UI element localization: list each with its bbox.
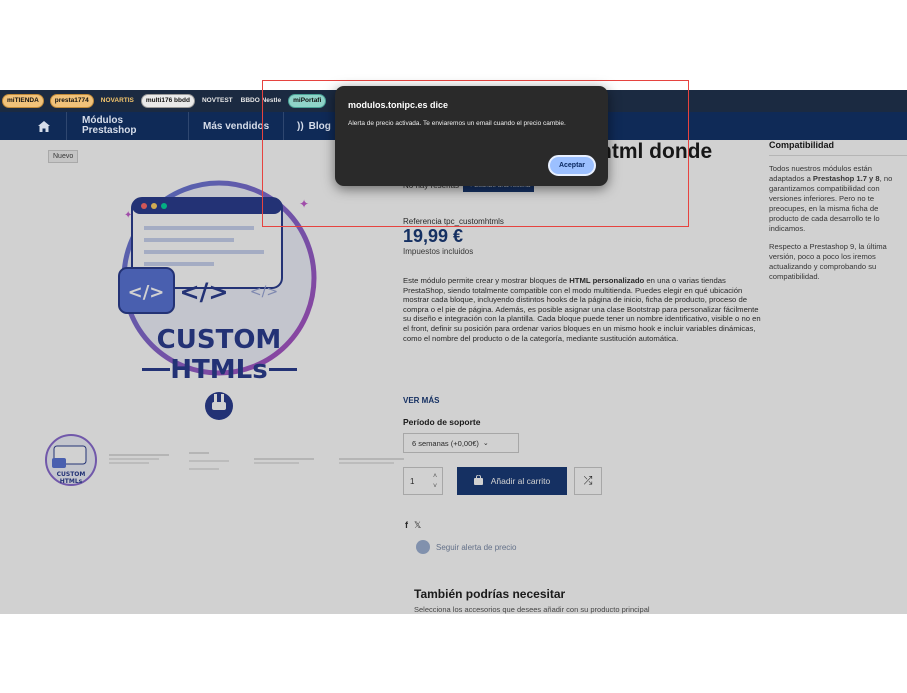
support-period-select[interactable]: 6 semanas (+0,00€) ⌄: [403, 433, 519, 453]
dialog-message: Alerta de precio activada. Te enviaremos…: [348, 120, 566, 127]
shopping-bag-icon: [473, 474, 483, 487]
bookmark-novtest[interactable]: NOVTEST: [201, 95, 234, 107]
product-description: Este módulo permite crear y mostrar bloq…: [403, 276, 761, 343]
price-alert-button[interactable]: Seguir alerta de precio: [416, 540, 517, 554]
bookmark-bbdo-nestle[interactable]: BBDO Nestle: [240, 95, 282, 107]
ver-mas-link[interactable]: VER MÁS: [403, 396, 439, 405]
quantity-value: 1: [410, 476, 415, 486]
description-text: en una o varias tiendas PrestaShop, sien…: [403, 276, 761, 343]
home-icon[interactable]: [38, 112, 52, 140]
add-to-cart-button[interactable]: Añadir al carrito: [457, 467, 567, 495]
quantity-down-icon[interactable]: ˅: [430, 480, 440, 492]
product-reference: Referencia tpc_customhtmls: [403, 217, 504, 226]
bookmark-mitienda[interactable]: miTIENDA: [2, 94, 44, 108]
svg-text:HTMLs: HTMLs: [170, 355, 267, 385]
compatibility-text: Todos nuestros módulos están adaptados a…: [769, 164, 907, 234]
thumbnail-2[interactable]: [104, 432, 174, 492]
compatibility-title: Compatibilidad: [769, 140, 907, 156]
svg-text:</>: </>: [128, 282, 165, 303]
svg-text:✦: ✦: [299, 197, 309, 211]
nav-divider: [188, 112, 189, 140]
rss-icon: )): [297, 120, 304, 132]
compatibility-panel: Compatibilidad Todos nuestros módulos es…: [769, 140, 907, 282]
facebook-icon[interactable]: f: [405, 520, 408, 531]
social-share: f 𝕏: [405, 520, 421, 531]
product-page: Nuevo </> </> </> ✦ ✦ CUSTOM HTMLs CUSTO…: [24, 140, 907, 614]
support-period-value: 6 semanas (+0,00€): [412, 438, 479, 448]
dialog-title: modulos.tonipc.es dice: [348, 100, 449, 110]
nav-modulos-line2: Prestashop: [82, 125, 137, 136]
product-main-image[interactable]: </> </> </> ✦ ✦ CUSTOM HTMLs: [104, 158, 334, 428]
bookmark-novartis[interactable]: NOVARTIS: [100, 95, 135, 107]
accessories-subtitle: Selecciona los accesorios que desees aña…: [414, 605, 650, 614]
support-period-label: Período de soporte: [403, 417, 481, 427]
svg-text:CUSTOM: CUSTOM: [57, 471, 86, 478]
tax-info: Impuestos incluidos: [403, 247, 474, 256]
compatibility-text-2: Respecto a Prestashop 9, la última versi…: [769, 242, 887, 281]
svg-text:</>: </>: [250, 284, 278, 300]
price-alert-label: Seguir alerta de precio: [436, 542, 517, 552]
description-text: Este módulo permite crear y mostrar bloq…: [403, 276, 570, 285]
svg-text:</>: </>: [180, 278, 229, 306]
thumbnail-4[interactable]: [249, 432, 319, 492]
alert-dialog: modulos.tonipc.es dice Alerta de precio …: [335, 86, 608, 186]
bookmark-presta1774[interactable]: presta1774: [49, 94, 94, 108]
thumbnail-1[interactable]: CUSTOM HTMLs: [44, 432, 99, 492]
nav-divider: [66, 112, 67, 140]
x-icon[interactable]: 𝕏: [414, 520, 421, 531]
thumbnail-3[interactable]: [184, 432, 244, 492]
product-price: 19,99 €: [403, 226, 464, 246]
bookmark-miportafolio[interactable]: miPortafi: [288, 94, 327, 108]
nav-blog-label: Blog: [308, 120, 331, 132]
product-title: ntml donde: [599, 140, 713, 163]
accept-button[interactable]: Aceptar: [548, 155, 596, 176]
svg-text:HTMLs: HTMLs: [60, 478, 83, 485]
svg-text:CUSTOM: CUSTOM: [157, 325, 282, 355]
svg-text:✦: ✦: [124, 210, 132, 221]
nav-modulos-prestashop[interactable]: Módulos Prestashop: [82, 112, 136, 140]
nav-blog[interactable]: )) Blog: [297, 112, 331, 140]
bell-icon: [416, 540, 430, 554]
nav-divider: [283, 112, 284, 140]
shuffle-icon[interactable]: ⤮: [574, 467, 602, 495]
quantity-input[interactable]: 1 ˄ ˅: [403, 467, 443, 495]
chevron-down-icon: ⌄: [482, 440, 489, 447]
thumbnail-5[interactable]: [334, 432, 409, 492]
compat-text-bold: Prestashop 1.7 y 8: [812, 174, 880, 183]
new-badge: Nuevo: [48, 150, 79, 163]
add-to-cart-label: Añadir al carrito: [490, 476, 551, 486]
thumbnail-strip: CUSTOM HTMLs: [44, 432, 424, 492]
bookmark-multi176[interactable]: multi176 bbdd: [140, 94, 195, 108]
description-bold: HTML personalizado: [569, 276, 645, 285]
nav-mas-vendidos[interactable]: Más vendidos: [203, 112, 269, 140]
accessories-heading: También podrías necesitar: [414, 587, 566, 601]
